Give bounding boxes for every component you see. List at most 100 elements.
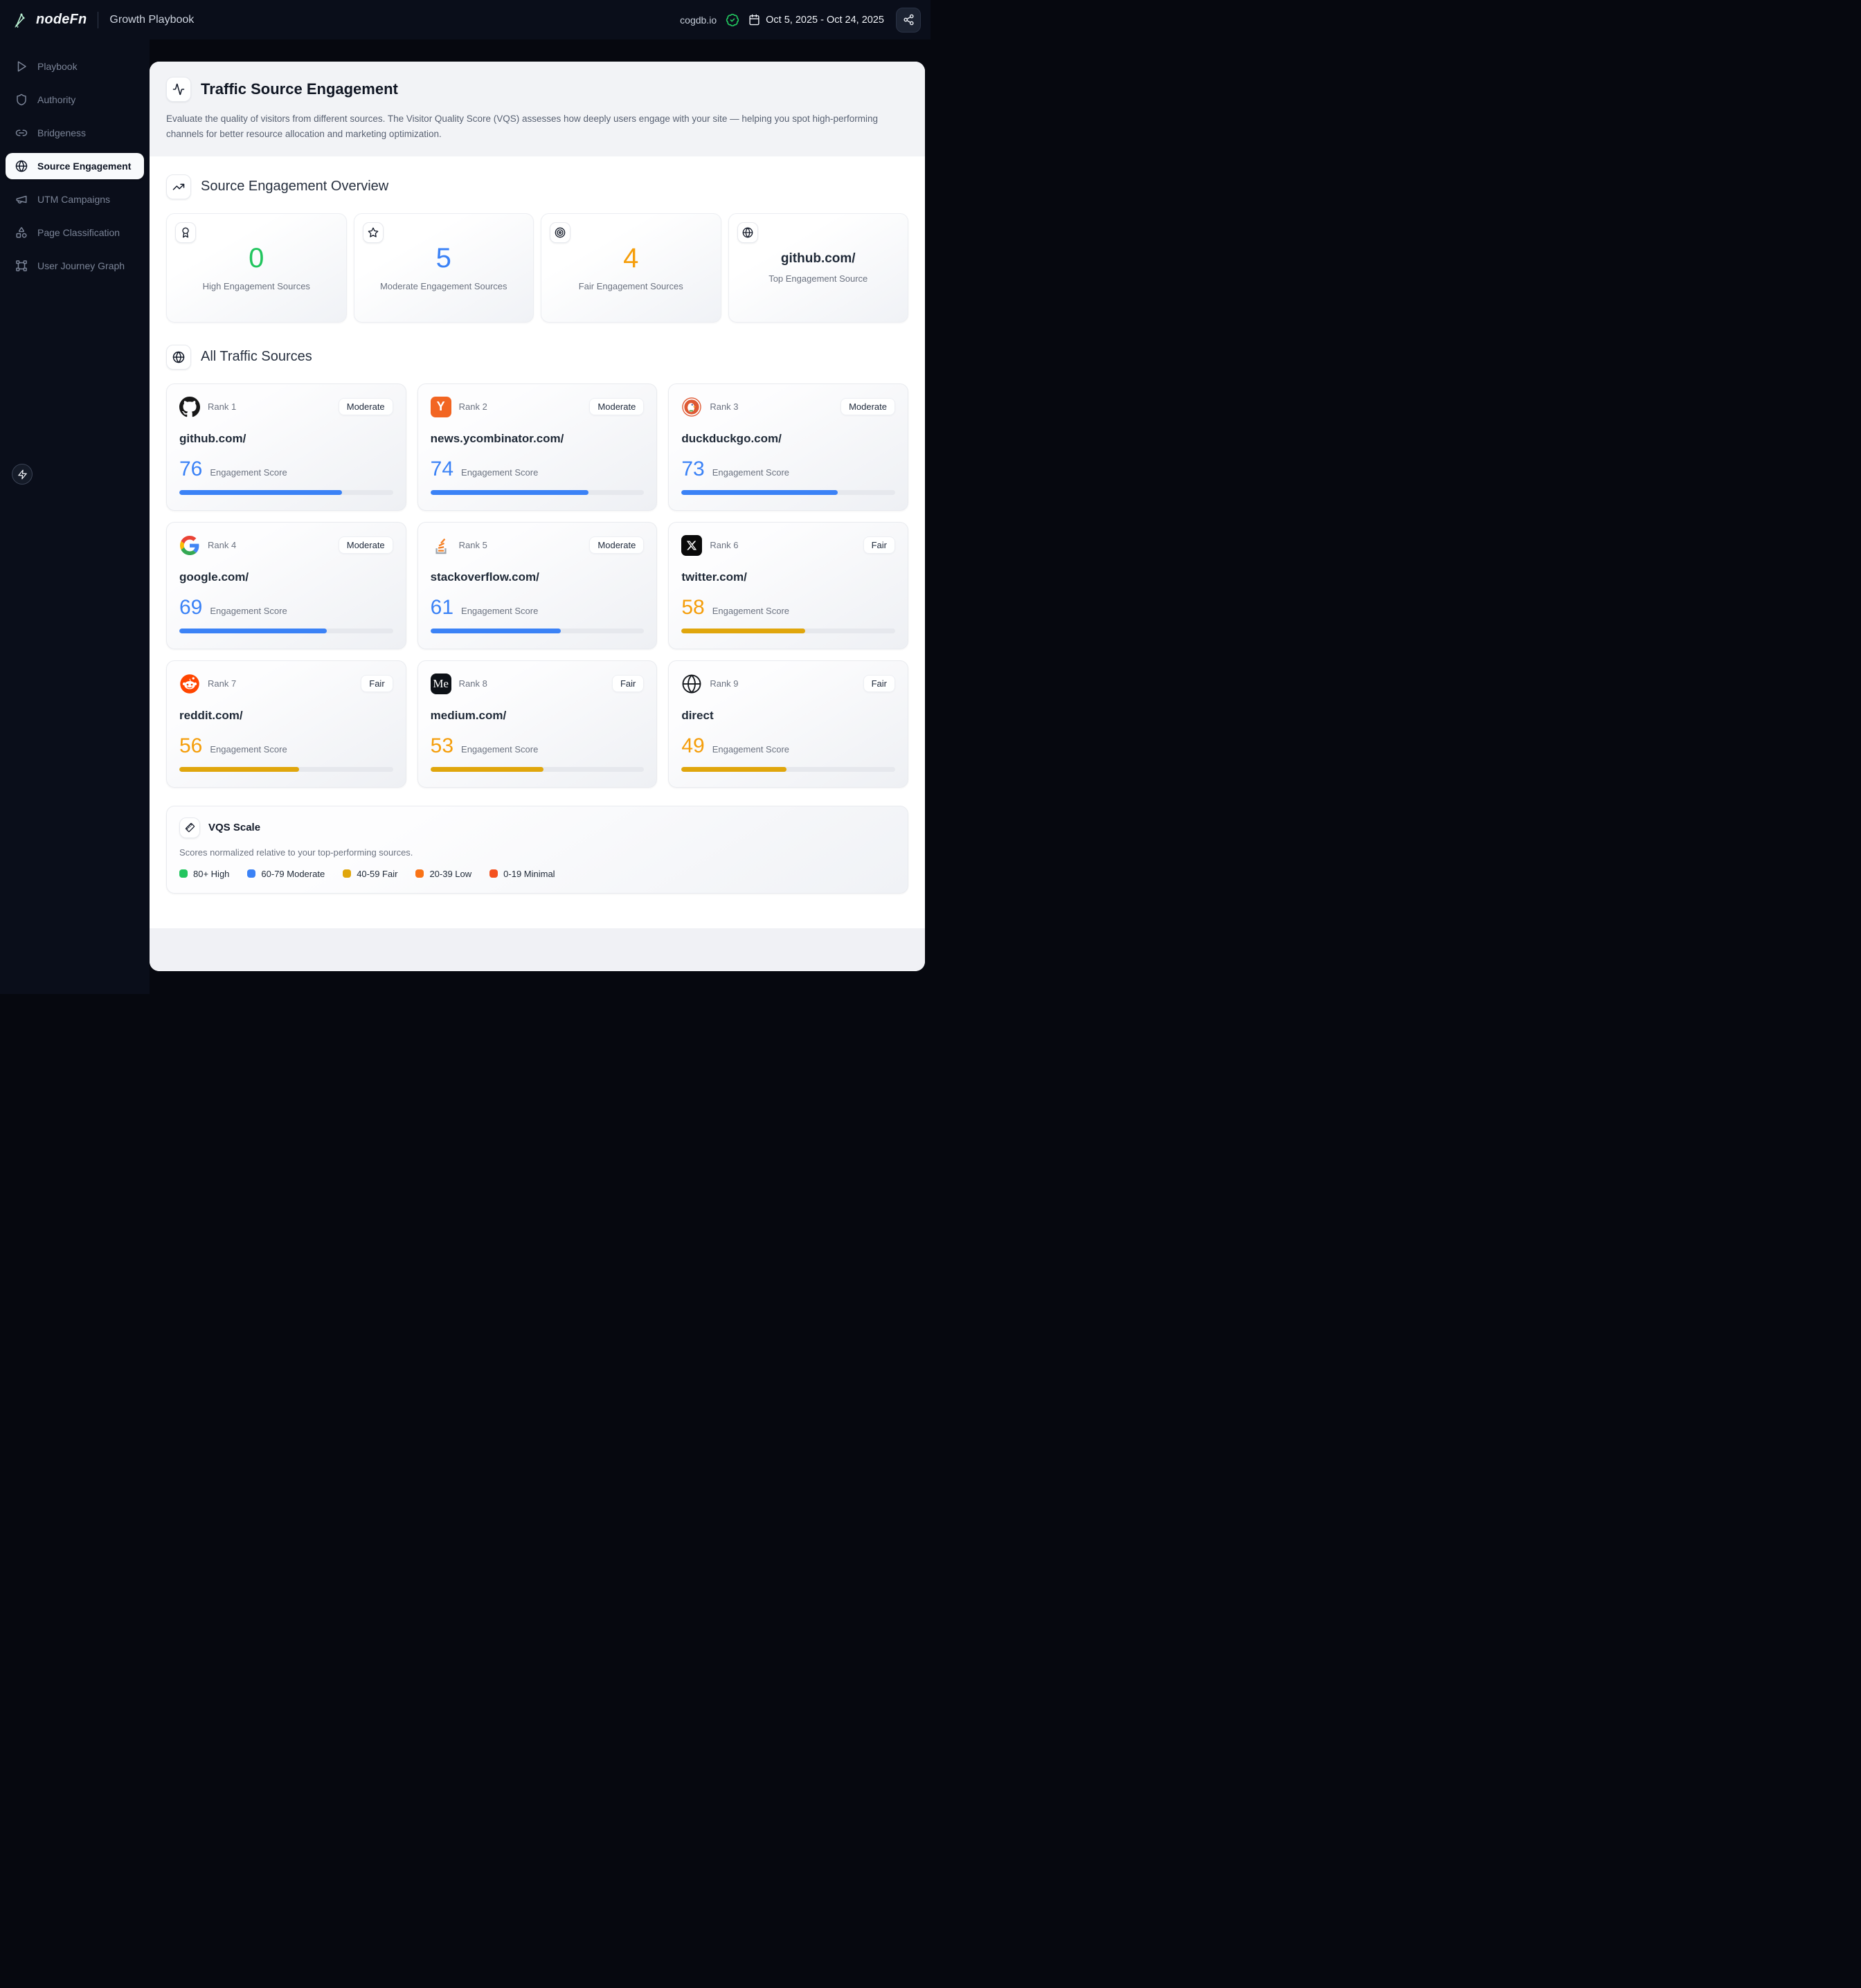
target-icon: [550, 222, 570, 243]
sidebar-item-label: Source Engagement: [37, 161, 132, 172]
sources-section-title: All Traffic Sources: [201, 349, 312, 365]
source-domain: duckduckgo.com/: [681, 431, 782, 445]
legend-item-high: 80+ High: [179, 869, 229, 879]
shapes-icon: [15, 226, 28, 239]
engagement-score-value: 73: [681, 457, 705, 480]
score-progress-fill: [681, 489, 838, 495]
legend-dot-low: [415, 869, 424, 878]
overview-section-title: Source Engagement Overview: [201, 179, 389, 195]
source-rank: Rank 4: [208, 540, 237, 551]
legend-item-minimal: 0-19 Minimal: [489, 869, 555, 879]
megaphone-icon: [15, 193, 28, 206]
overview-section-header: Source Engagement Overview: [166, 174, 908, 199]
engagement-score-value: 53: [430, 734, 454, 757]
stat-label: Top Engagement Source: [768, 273, 868, 284]
source-card-reddit: Rank 7 Fair reddit.com/ 56 Engagement Sc…: [166, 660, 406, 788]
sidebar-item-label: UTM Campaigns: [37, 194, 111, 205]
engagement-score-value: 76: [179, 457, 203, 480]
sidebar-item-authority[interactable]: Authority: [6, 87, 144, 113]
score-progress-track: [681, 489, 895, 495]
duckduckgo-favicon: [681, 397, 702, 417]
source-card-stackoverflow: Rank 5 Moderate stackoverflow.com/ 61 En…: [417, 521, 658, 649]
stat-card-moderate: 5 Moderate Engagement Sources: [353, 213, 534, 323]
sidebar: Playbook Authority Bridgeness Source Eng…: [0, 39, 150, 994]
source-rank: Rank 9: [710, 678, 739, 689]
play-icon: [15, 60, 28, 73]
app-name: Growth Playbook: [109, 13, 195, 26]
source-rank: Rank 3: [710, 401, 739, 413]
legend-label: 0-19 Minimal: [503, 868, 555, 879]
source-domain: github.com/: [179, 431, 246, 445]
stat-card-top-source: github.com/ Top Engagement Source: [728, 213, 908, 323]
legend-label: 40-59 Fair: [357, 868, 398, 879]
engagement-score-label: Engagement Score: [461, 467, 539, 478]
activity-icon: [166, 77, 191, 102]
source-card-ycombinator: Y Rank 2 Moderate news.ycombinator.com/ …: [417, 383, 658, 511]
score-progress-track: [430, 766, 645, 772]
globe-favicon: [681, 674, 702, 694]
source-domain: reddit.com/: [179, 708, 243, 722]
share-button[interactable]: [896, 7, 921, 33]
legend-item-fair: 40-59 Fair: [343, 869, 397, 879]
source-domain: stackoverflow.com/: [430, 570, 539, 584]
sidebar-item-playbook[interactable]: Playbook: [6, 53, 144, 80]
sidebar-item-page-classification[interactable]: Page Classification: [6, 219, 144, 246]
source-card-twitter: Rank 6 Fair twitter.com/ 58 Engagement S…: [668, 521, 908, 649]
engagement-score-label: Engagement Score: [210, 743, 287, 754]
ycombinator-favicon: Y: [430, 396, 451, 417]
sidebar-item-user-journey-graph[interactable]: User Journey Graph: [6, 253, 144, 279]
score-progress-fill: [430, 628, 561, 633]
engagement-score-value: 49: [681, 734, 705, 757]
stat-value: 4: [623, 242, 639, 273]
tier-badge: Moderate: [338, 398, 393, 416]
legend-item-moderate: 60-79 Moderate: [247, 869, 325, 879]
stat-label: Moderate Engagement Sources: [379, 280, 507, 291]
stat-label: Fair Engagement Sources: [578, 280, 683, 291]
source-card-github: Rank 1 Moderate github.com/ 76 Engagemen…: [166, 383, 406, 511]
overview-stats: 0 High Engagement Sources 5 Moderate Eng…: [166, 213, 908, 323]
legend-dot-high: [179, 869, 188, 878]
page-title: Traffic Source Engagement: [201, 80, 398, 98]
tier-badge: Moderate: [840, 398, 895, 416]
verified-badge-icon: [726, 13, 739, 27]
sidebar-item-bridgeness[interactable]: Bridgeness: [6, 120, 144, 146]
tier-badge: Moderate: [589, 398, 645, 416]
globe-icon: [166, 344, 191, 370]
source-domain: twitter.com/: [681, 570, 747, 584]
vqs-scale-card: VQS Scale Scores normalized relative to …: [166, 805, 908, 894]
tier-badge: Fair: [361, 675, 393, 693]
stat-value: 5: [435, 242, 451, 273]
tier-badge: Fair: [611, 675, 645, 693]
score-progress-fill: [681, 628, 806, 633]
legend-dot-fair: [343, 869, 352, 878]
score-progress-fill: [179, 628, 327, 633]
stat-value: 0: [249, 242, 264, 273]
vqs-legend: 80+ High 60-79 Moderate 40-59 Fair 20-39…: [179, 869, 895, 879]
quick-actions-button[interactable]: [12, 464, 33, 485]
sidebar-item-utm-campaigns[interactable]: UTM Campaigns: [6, 186, 144, 213]
sidebar-item-label: Page Classification: [37, 227, 120, 238]
star-icon: [362, 222, 384, 243]
tier-badge: Fair: [863, 675, 895, 693]
sidebar-item-source-engagement[interactable]: Source Engagement: [6, 153, 144, 179]
sidebar-item-label: Bridgeness: [37, 127, 87, 138]
engagement-score-value: 58: [681, 595, 705, 619]
source-domain: news.ycombinator.com/: [430, 431, 564, 445]
sidebar-item-label: Playbook: [37, 61, 78, 72]
legend-label: 20-39 Low: [429, 868, 472, 879]
award-icon: [175, 222, 196, 243]
topbar: nodeFn Growth Playbook cogdb.io Oct 5, 2…: [0, 0, 930, 39]
trending-up-icon: [166, 174, 191, 199]
date-range-picker[interactable]: Oct 5, 2025 - Oct 24, 2025: [748, 14, 884, 26]
page-header: Traffic Source Engagement Evaluate the q…: [150, 62, 925, 156]
score-progress-track: [179, 489, 393, 495]
legend-item-low: 20-39 Low: [415, 869, 471, 879]
globe-icon: [737, 222, 758, 243]
source-card-duckduckgo: Rank 3 Moderate duckduckgo.com/ 73 Engag…: [668, 383, 908, 511]
engagement-score-value: 56: [179, 734, 203, 757]
stat-card-fair: 4 Fair Engagement Sources: [541, 213, 721, 323]
source-domain: medium.com/: [430, 708, 507, 722]
tier-badge: Fair: [863, 536, 895, 554]
sidebar-item-label: Authority: [37, 94, 76, 105]
source-domain: direct: [681, 708, 714, 722]
